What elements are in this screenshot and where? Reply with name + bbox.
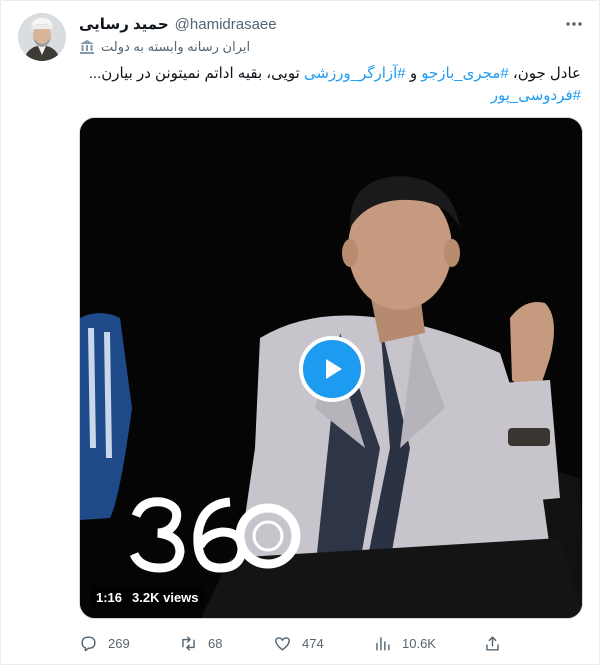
more-dots-icon	[566, 22, 582, 26]
video-duration: 1:16	[96, 589, 123, 605]
tweet-actions: 269 68 474 10.6K	[79, 629, 583, 657]
analytics-icon	[376, 636, 390, 651]
video-views: 3.2K views	[132, 589, 199, 605]
tweet-header: حمید رسایی @hamidrasaee	[79, 13, 559, 35]
hashtag-link[interactable]: #آزارگر_ورزشی	[304, 65, 406, 82]
reply-button[interactable]: 269	[79, 629, 130, 657]
tweet-text-part: عادل جون،	[508, 65, 581, 82]
video-meta-badge: 1:16 3.2K views	[90, 586, 205, 608]
retweet-count: 68	[208, 635, 223, 651]
play-button[interactable]	[299, 336, 365, 402]
avatar-image	[18, 13, 66, 61]
government-affiliation-label[interactable]: ایران رسانه وابسته به دولت	[79, 37, 250, 57]
author-avatar[interactable]	[18, 13, 66, 61]
retweet-icon	[182, 635, 195, 651]
tweet-card[interactable]: حمید رسایی @hamidrasaee ایران رسانه وابس…	[0, 0, 600, 665]
hashtag-link[interactable]: #فردوسی_پور	[491, 87, 581, 104]
share-icon	[486, 635, 499, 651]
like-count: 474	[302, 635, 324, 651]
reply-icon	[81, 635, 96, 651]
reply-count: 269	[108, 635, 130, 651]
play-icon	[326, 359, 342, 379]
tweet-text: عادل جون، #مجری_بازجو و #آزارگر_ورزشی تو…	[81, 63, 581, 107]
tweet-text-part: و	[405, 65, 422, 82]
video-player[interactable]: 1:16 3.2K views	[79, 117, 583, 619]
tweet-text-part: تویی، بقیه اداتم نمیتونن در بیارن...	[88, 65, 304, 82]
views-button[interactable]: 10.6K	[373, 629, 436, 657]
more-options-button[interactable]	[561, 11, 587, 37]
author-display-name[interactable]: حمید رسایی	[79, 15, 169, 33]
author-handle[interactable]: @hamidrasaee	[175, 16, 277, 33]
like-button[interactable]: 474	[273, 629, 324, 657]
affiliation-label-text: ایران رسانه وابسته به دولت	[101, 39, 251, 54]
retweet-button[interactable]: 68	[179, 629, 222, 657]
government-building-icon	[80, 40, 94, 54]
view-count: 10.6K	[402, 635, 436, 651]
share-button[interactable]	[483, 629, 502, 657]
hashtag-link[interactable]: #مجری_بازجو	[421, 65, 508, 82]
heart-icon	[275, 636, 290, 651]
